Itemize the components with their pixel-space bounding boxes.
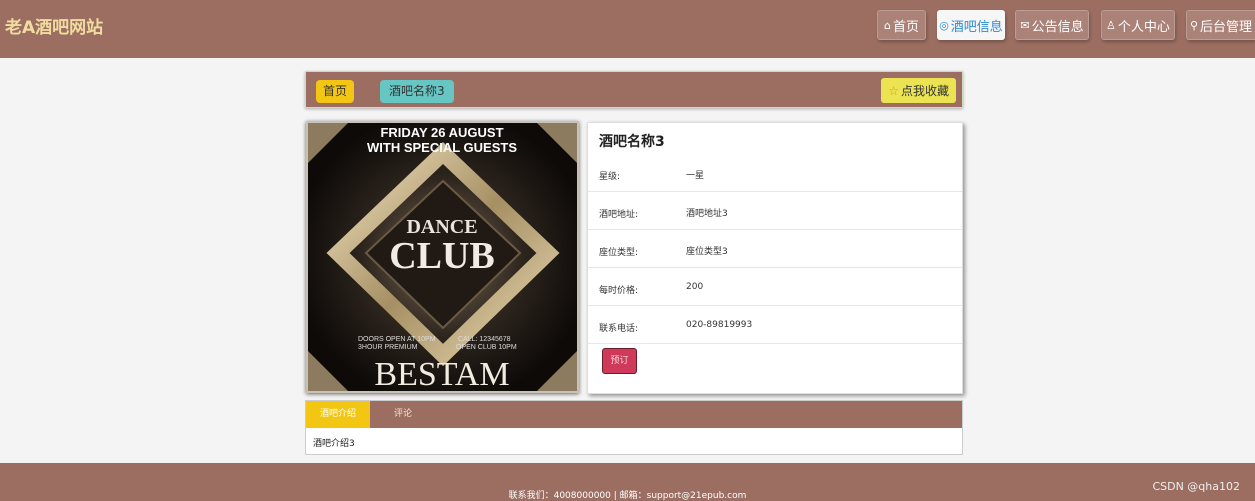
detail-row-seat-type: 座位类型: 座位类型3	[588, 230, 962, 268]
detail-label: 星级:	[599, 172, 621, 182]
favorite-button[interactable]: ☆ 点我收藏	[881, 78, 956, 103]
star-icon: ☆	[888, 83, 899, 98]
detail-value: 一星	[686, 171, 705, 181]
nav-announcements-label: 公告信息	[1031, 19, 1084, 35]
nav-personal-center[interactable]: ♙ 个人中心	[1101, 10, 1175, 40]
nav-home-label: 首页	[892, 19, 919, 35]
detail-value: 酒吧地址3	[686, 209, 728, 219]
poster-bottom: BESTAM	[374, 356, 509, 391]
disc-icon: ◎	[939, 18, 949, 32]
tabs-panel: 酒吧介绍 评论 酒吧介绍3	[305, 400, 963, 455]
link-icon: ⚲	[1189, 18, 1199, 32]
detail-label: 联系电话:	[599, 324, 639, 334]
nav-announcements[interactable]: ✉ 公告信息	[1015, 10, 1089, 40]
nav-admin-label: 后台管理	[1200, 19, 1253, 35]
book-button[interactable]: 预订	[602, 348, 637, 374]
detail-row-address: 酒吧地址: 酒吧地址3	[588, 192, 962, 230]
breadcrumb-home[interactable]: 首页	[316, 80, 355, 103]
user-icon: ♙	[1106, 18, 1116, 32]
detail-row-star: 星级: 一星	[588, 154, 962, 192]
nav-personal-center-label: 个人中心	[1117, 19, 1170, 35]
poster-line1: FRIDAY 26 AUGUST	[380, 125, 503, 140]
tab-comments[interactable]: 评论	[394, 401, 412, 428]
top-navbar: 老A酒吧网站 ⌂ 首页 ◎ 酒吧信息 ✉ 公告信息 ♙ 个人中心 ⚲ 后台管理	[0, 0, 1255, 58]
site-title[interactable]: 老A酒吧网站	[5, 13, 103, 38]
detail-value: 020-89819993	[686, 320, 753, 330]
detail-row-phone: 联系电话: 020-89819993	[588, 306, 962, 344]
footer-contact: 联系我们：4008000000 | 邮箱：support@21epub.com	[508, 491, 747, 501]
bar-poster-image: FRIDAY 26 AUGUST WITH SPECIAL GUESTS DAN…	[306, 121, 579, 393]
nav-home[interactable]: ⌂ 首页	[877, 10, 926, 40]
tab-content-text: 酒吧介绍3	[313, 439, 355, 449]
breadcrumb: 首页 酒吧名称3 ☆ 点我收藏	[305, 71, 963, 108]
nav-admin[interactable]: ⚲ 后台管理	[1186, 10, 1255, 40]
bar-detail-panel: 酒吧名称3 星级: 一星 酒吧地址: 酒吧地址3 座位类型: 座位类型3 每时价…	[587, 122, 963, 394]
footer: 联系我们：4008000000 | 邮箱：support@21epub.com …	[0, 463, 1255, 501]
poster-small-right2: OPEN CLUB 10PM	[456, 344, 517, 351]
poster-club: CLUB	[389, 235, 495, 277]
detail-value: 200	[686, 282, 704, 292]
watermark: CSDN @qha102	[1152, 480, 1240, 493]
mail-icon: ✉	[1020, 18, 1030, 32]
bar-name-title: 酒吧名称3	[599, 134, 665, 150]
poster-small-left: DOORS OPEN AT 10PM	[358, 336, 436, 343]
detail-label: 酒吧地址:	[599, 210, 639, 220]
detail-label: 座位类型:	[599, 248, 639, 258]
poster-small-right: CALL: 12345678	[458, 336, 511, 343]
detail-label: 每时价格:	[599, 286, 639, 296]
detail-row-hourly-price: 每时价格: 200	[588, 268, 962, 306]
breadcrumb-current[interactable]: 酒吧名称3	[380, 80, 454, 103]
detail-value: 座位类型3	[686, 247, 728, 257]
favorite-button-label: 点我收藏	[900, 84, 949, 98]
tab-header: 酒吧介绍 评论	[306, 401, 962, 428]
nav-bar-info-label: 酒吧信息	[950, 19, 1003, 35]
poster-line2: WITH SPECIAL GUESTS	[367, 140, 517, 155]
tab-bar-intro[interactable]: 酒吧介绍	[306, 401, 370, 428]
home-icon: ⌂	[884, 18, 891, 32]
nav-bar-info[interactable]: ◎ 酒吧信息	[937, 10, 1005, 40]
poster-graphic: FRIDAY 26 AUGUST WITH SPECIAL GUESTS DAN…	[308, 123, 577, 391]
poster-small-left2: 3HOUR PREMIUM	[358, 344, 418, 351]
